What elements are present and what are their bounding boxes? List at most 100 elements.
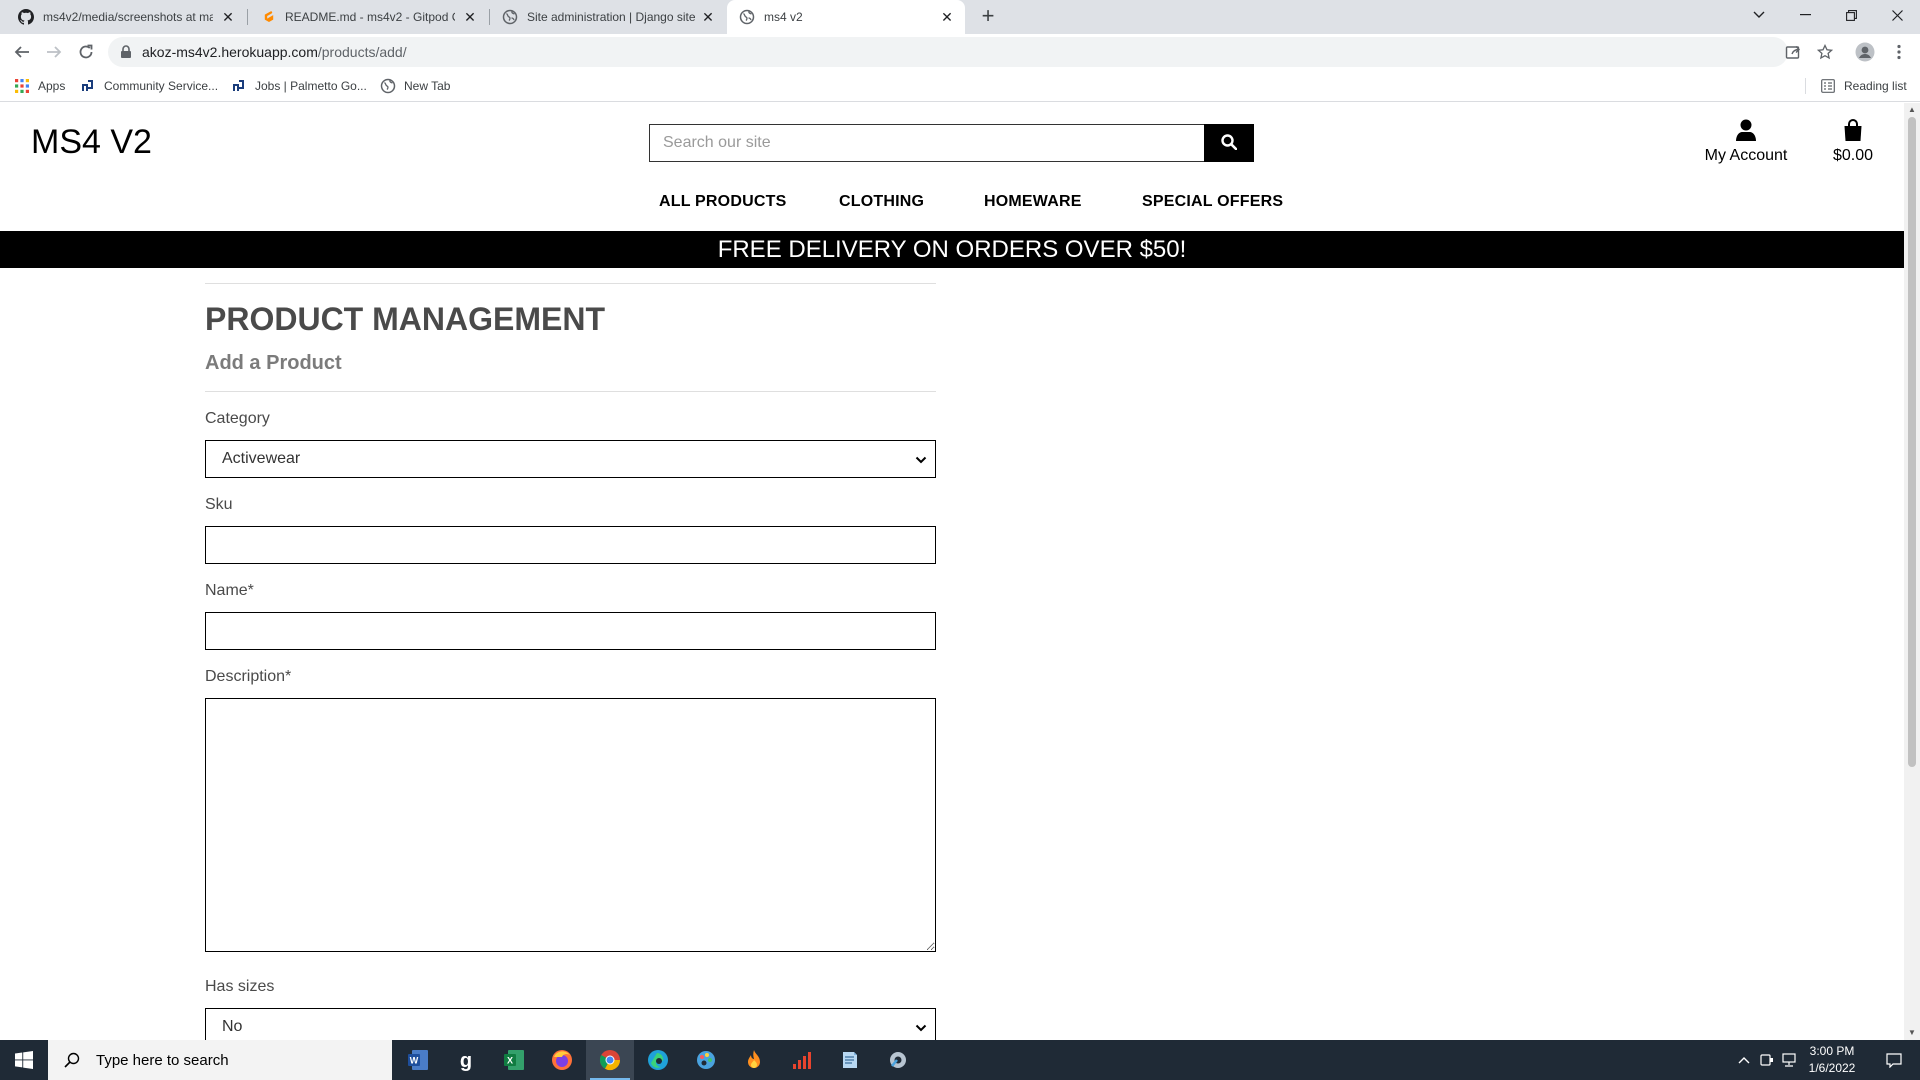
nav-all-products[interactable]: ALL PRODUCTS [659,193,786,211]
browser-tab-github[interactable]: ms4v2/media/screenshots at ma ✕ [6,0,246,34]
bookmark-new-tab[interactable]: New Tab [380,70,450,102]
paint-app-icon[interactable] [682,1040,730,1080]
name-input[interactable] [205,612,936,650]
minimize-icon[interactable] [1782,0,1828,30]
palmetto-logo-icon [231,78,247,94]
page-title: PRODUCT MANAGEMENT [205,301,605,337]
chevron-down-icon [915,453,927,471]
reading-list-button[interactable]: Reading list [1820,70,1907,102]
user-icon [1700,119,1792,145]
clock-time: 3:00 PM [1809,1044,1855,1058]
profile-avatar-icon[interactable] [1854,41,1876,63]
bookmark-star-icon[interactable] [1814,41,1836,63]
bookmark-jobs-palmetto[interactable]: Jobs | Palmetto Go... [231,70,367,102]
search-icon [1221,133,1238,153]
edge-app-icon[interactable] [634,1040,682,1080]
device-icon[interactable] [1756,1040,1778,1080]
site-search [649,124,1254,162]
settings-app-icon[interactable] [874,1040,922,1080]
nav-special-offers[interactable]: SPECIAL OFFERS [1142,193,1283,211]
windows-start-icon[interactable] [0,1040,48,1080]
description-textarea[interactable] [205,698,936,952]
bookmarks-divider [1805,78,1806,94]
scroll-up-arrow-icon[interactable]: ▲ [1908,105,1916,115]
tab-title: ms4 v2 [764,10,803,24]
name-label: Name* [205,582,254,599]
shopping-bag-link[interactable]: $0.00 [1825,119,1881,165]
has-sizes-select[interactable]: No [205,1008,936,1040]
search-input[interactable] [649,124,1206,162]
globe-icon [739,9,755,25]
lock-icon[interactable] [120,45,132,64]
sku-input[interactable] [205,526,936,564]
show-hidden-icons-chevron-icon[interactable] [1734,1040,1754,1080]
close-tab-icon[interactable]: ✕ [462,9,478,25]
url-text: akoz-ms4v2.herokuapp.com/products/add/ [142,37,407,67]
office-chart-app-icon[interactable] [778,1040,826,1080]
bookmark-community-service[interactable]: Community Service... [80,70,218,102]
close-tab-icon[interactable]: ✕ [700,9,716,25]
my-account-label: My Account [1704,147,1788,164]
category-selected-value: Activewear [222,450,301,467]
bookmark-label: Apps [38,79,66,93]
firefox-app-icon[interactable] [538,1040,586,1080]
close-tab-icon[interactable]: ✕ [939,9,955,25]
has-sizes-label: Has sizes [205,978,275,995]
page-scrollbar[interactable]: ▲ ▼ [1904,103,1920,1040]
scrollbar-thumb[interactable] [1908,117,1916,767]
flame-app-icon[interactable] [730,1040,778,1080]
delivery-banner: FREE DELIVERY ON ORDERS OVER $50! [0,231,1904,268]
gitpod-icon [260,9,276,25]
page-viewport: MS4 V2 My Account $0.00 ALL PRODUCTS CLO… [0,103,1904,1040]
browser-tab-django-admin[interactable]: Site administration | Django site ✕ [490,0,726,34]
url-host: akoz-ms4v2.herokuapp.com [142,44,318,60]
nav-clothing[interactable]: CLOTHING [839,193,924,211]
bookmark-label: New Tab [404,79,451,93]
search-button[interactable] [1204,124,1254,162]
globe-icon [380,78,396,94]
word-app-icon[interactable]: W [394,1040,442,1080]
sku-label: Sku [205,496,233,513]
notifications-icon[interactable] [1874,1040,1914,1080]
site-logo[interactable]: MS4 V2 [31,123,152,162]
url-path: /products/add/ [317,44,407,60]
reload-icon[interactable] [74,40,98,64]
goodwill-app-icon[interactable]: g [442,1040,490,1080]
address-bar[interactable]: akoz-ms4v2.herokuapp.com/products/add/ [108,37,1833,67]
forward-arrow-icon[interactable] [42,40,66,64]
scroll-down-arrow-icon[interactable]: ▼ [1908,1028,1916,1038]
browser-tab-strip: ms4v2/media/screenshots at ma ✕ README.m… [0,0,1920,34]
browser-tab-ms4v2[interactable]: ms4 v2 ✕ [727,0,965,34]
more-options-icon[interactable] [1888,41,1910,63]
close-window-icon[interactable] [1874,0,1920,30]
reading-list-icon [1820,78,1836,94]
share-icon[interactable] [1782,41,1804,63]
bag-total: $0.00 [1832,147,1874,164]
taskbar-clock[interactable]: 3:00 PM 1/6/2022 [1790,1043,1874,1077]
github-icon [18,9,34,25]
restore-icon[interactable] [1828,0,1874,30]
bookmark-apps[interactable]: Apps [14,70,65,102]
tab-search-chevron-icon[interactable] [1736,0,1782,30]
nav-homeware[interactable]: HOMEWARE [984,193,1082,211]
category-select[interactable]: Activewear [205,440,936,478]
close-tab-icon[interactable]: ✕ [220,9,236,25]
chevron-down-icon [915,1021,927,1039]
excel-app-icon[interactable]: X [490,1040,538,1080]
svg-text:W: W [410,1056,419,1066]
taskbar-search-placeholder: Type here to search [96,1051,229,1069]
browser-tab-gitpod[interactable]: README.md - ms4v2 - Gitpod Co ✕ [248,0,488,34]
svg-text:X: X [507,1056,513,1066]
chrome-app-icon[interactable] [586,1040,634,1080]
divider [205,283,936,284]
notepad-app-icon[interactable] [826,1040,874,1080]
taskbar-search-box[interactable]: Type here to search [48,1040,392,1080]
globe-icon [502,9,518,25]
apps-grid-icon [14,78,30,94]
windows-taskbar: Type here to search W g X 3:00 PM 1/6/20… [0,1040,1920,1080]
my-account-link[interactable]: My Account [1700,119,1792,165]
main-navigation: ALL PRODUCTS CLOTHING HOMEWARE SPECIAL O… [0,193,1904,219]
tab-title: ms4v2/media/screenshots at ma [43,10,213,24]
new-tab-plus-icon[interactable]: + [976,5,1000,29]
back-arrow-icon[interactable] [10,40,34,64]
